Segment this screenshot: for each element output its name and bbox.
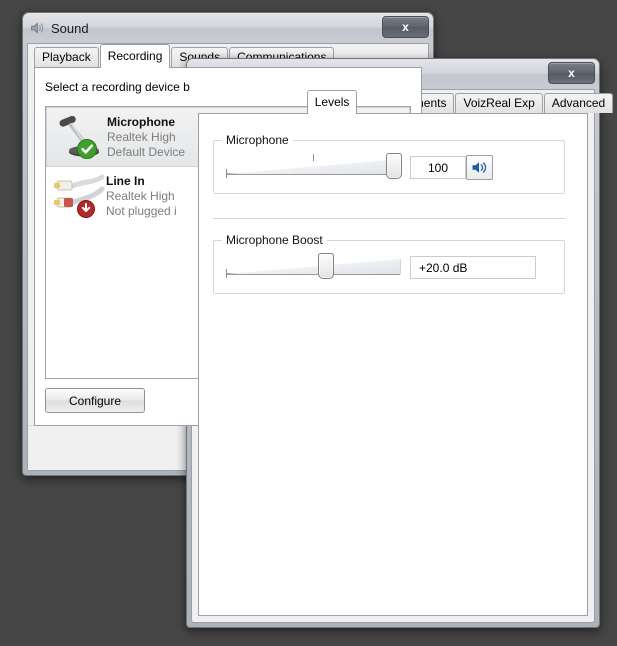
tab-advanced[interactable]: Advanced — [543, 93, 614, 113]
microphone-boost-value-box[interactable]: +20.0 dB — [410, 256, 536, 279]
recording-hint-text: Select a recording device b — [45, 80, 190, 94]
slider-wedge — [226, 159, 401, 174]
speaker-on-icon — [471, 160, 488, 175]
properties-body: General Listen Levels Enhancements VoizR… — [191, 89, 614, 623]
microphone-level-group: Microphone 100 — [213, 133, 565, 194]
device-status: Not plugged i — [106, 203, 177, 218]
microphone-boost-slider[interactable] — [226, 253, 401, 279]
tab-levels-label: Levels — [314, 95, 350, 109]
levels-tab-page: Microphone 100 Microphone Boost +20.0 dB — [198, 113, 588, 616]
slider-endcap — [226, 269, 227, 278]
close-icon: x — [402, 20, 409, 34]
tab-playback[interactable]: Playback — [34, 47, 99, 67]
section-divider — [213, 218, 565, 219]
rca-cable-icon — [52, 171, 106, 221]
microphone-boost-value: +20.0 dB — [419, 260, 468, 275]
microphone-slider-thumb[interactable] — [386, 153, 402, 179]
configure-button-label: Configure — [68, 393, 122, 408]
speaker-icon — [29, 20, 45, 36]
device-name: Line In — [106, 173, 145, 188]
device-info: Microphone Realtek High Default Device — [107, 115, 185, 160]
close-icon: x — [568, 66, 575, 80]
slider-wedge — [226, 259, 401, 274]
microphone-icon — [53, 112, 107, 162]
device-info: Line In Realtek High Not plugged i — [106, 174, 177, 219]
device-driver: Realtek High — [106, 188, 175, 203]
properties-close-button[interactable]: x — [548, 62, 595, 84]
tab-recording[interactable]: Recording — [99, 44, 171, 68]
tab-recording-label: Recording — [107, 49, 163, 63]
device-status: Default Device — [107, 144, 186, 159]
device-driver: Realtek High — [107, 129, 176, 144]
microphone-boost-group: Microphone Boost +20.0 dB — [213, 233, 565, 294]
device-name: Microphone — [107, 114, 175, 129]
tab-voizreal-exp[interactable]: VoizReal Exp — [455, 93, 543, 113]
microphone-properties-dialog[interactable]: Microphone Properties x General Listen L… — [186, 58, 614, 628]
tab-playback-label: Playback — [42, 50, 91, 64]
microphone-boost-slider-thumb[interactable] — [318, 253, 335, 279]
sound-window-close-button[interactable]: x — [382, 16, 429, 38]
microphone-group-label: Microphone — [222, 133, 293, 147]
microphone-value: 100 — [427, 160, 449, 175]
tab-advanced-label: Advanced — [551, 96, 606, 110]
slider-endcap — [226, 169, 227, 178]
tab-voizreal-exp-label: VoizReal Exp — [463, 96, 535, 110]
tab-levels[interactable]: Levels — [306, 90, 358, 114]
microphone-boost-group-label: Microphone Boost — [222, 233, 327, 247]
microphone-volume-slider[interactable] — [226, 153, 402, 179]
slider-tick — [313, 154, 314, 161]
sound-window-titlebar[interactable]: Sound x — [23, 13, 433, 43]
configure-button[interactable]: Configure — [45, 388, 145, 413]
microphone-value-box[interactable]: 100 — [410, 156, 466, 179]
sound-window-title: Sound — [51, 20, 89, 36]
desktop: Sound x Playback Recording Sounds Commun… — [0, 0, 617, 646]
microphone-mute-button[interactable] — [466, 155, 493, 180]
